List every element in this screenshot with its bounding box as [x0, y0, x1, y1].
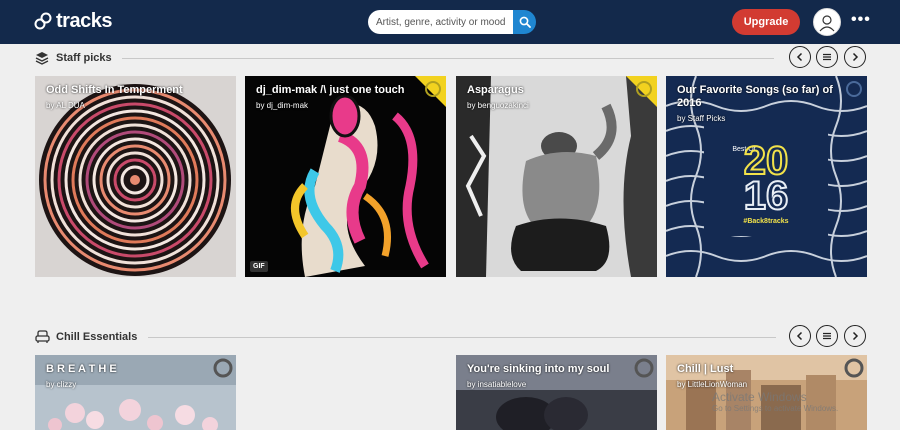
chevron-left-icon — [796, 331, 803, 341]
logo-text: tracks — [56, 9, 112, 32]
playlist-title: You're sinking into my soul by insatiabl… — [467, 363, 641, 391]
carousel-menu-button[interactable] — [816, 325, 838, 347]
playlist-title-text: Odd Shifts In Temperment — [46, 84, 183, 96]
upgrade-button[interactable]: Upgrade — [732, 9, 800, 35]
playlist-card[interactable]: B R E A T H E by clizzy — [35, 355, 236, 430]
playlist-title: Asparagus by benguozakinci — [467, 84, 641, 112]
avatar[interactable] — [813, 8, 841, 36]
gif-badge: GIF — [250, 261, 268, 272]
chevron-left-icon — [796, 52, 803, 62]
search-input[interactable] — [368, 10, 513, 34]
logo[interactable]: tracks — [34, 10, 112, 32]
chevron-right-icon — [852, 331, 859, 341]
playlist-title: Chill | Lust by LittleLionWoman — [677, 363, 851, 391]
section-divider — [148, 337, 776, 338]
chevron-right-icon — [852, 52, 859, 62]
watermark-subtitle: Go to Settings to activate Windows. — [712, 404, 839, 413]
playlist-title: dj_dim-mak /\ just one touch by dj_dim-m… — [256, 84, 430, 112]
playlist-author: by benguozakinci — [467, 101, 529, 110]
playlist-author: by AL DUA — [46, 101, 85, 110]
carousel-next-button[interactable] — [844, 325, 866, 347]
playlist-title: Our Favorite Songs (so far) of 2016 by S… — [677, 84, 851, 125]
user-icon — [819, 15, 835, 32]
carousel-menu-button[interactable] — [816, 46, 838, 68]
activate-windows-watermark: Activate Windows Go to Settings to activ… — [712, 390, 838, 413]
search-icon — [519, 16, 531, 28]
playlist-title-text: Chill | Lust — [677, 363, 734, 375]
art-hashtag: #Back8tracks — [743, 218, 788, 225]
playlist-card[interactable]: dj_dim-mak /\ just one touch by dj_dim-m… — [245, 76, 446, 277]
section-title: Chill Essentials — [56, 331, 138, 343]
search-button[interactable] — [513, 10, 536, 34]
playlist-card[interactable]: Odd Shifts In Temperment by AL DUA — [35, 76, 236, 277]
playlist-card[interactable]: You're sinking into my soul by insatiabl… — [456, 355, 657, 430]
playlist-author: by dj_dim-mak — [256, 101, 309, 110]
playlist-author: by insatiablelove — [467, 380, 527, 389]
playlist-card[interactable]: Asparagus by benguozakinci — [456, 76, 657, 277]
playlist-title-text: Our Favorite Songs (so far) of 2016 — [677, 84, 833, 109]
playlist-title: Odd Shifts In Temperment by AL DUA — [46, 84, 220, 112]
playlist-card[interactable]: Best Of 20 16 #Back8tracks Our Favorite … — [666, 76, 867, 277]
section-title: Staff picks — [56, 52, 112, 64]
top-bar: tracks Upgrade ••• — [0, 0, 900, 44]
playlist-title-text: dj_dim-mak /\ just one touch — [256, 84, 405, 96]
logo-icon — [34, 12, 52, 30]
carousel-next-button[interactable] — [844, 46, 866, 68]
playlist-title-text: You're sinking into my soul — [467, 363, 610, 375]
list-icon — [823, 332, 831, 340]
layers-icon — [34, 50, 50, 66]
playlist-title-text: Asparagus — [467, 84, 524, 96]
carousel-prev-button[interactable] — [789, 46, 811, 68]
section-header-chill-essentials: Chill Essentials — [34, 328, 137, 346]
watermark-title: Activate Windows — [712, 390, 807, 404]
playlist-author: by Staff Picks — [677, 114, 726, 123]
section-header-staff-picks: Staff picks — [34, 49, 112, 67]
playlist-title-text: B R E A T H E — [46, 363, 117, 375]
search-bar — [368, 10, 536, 34]
carousel-prev-button[interactable] — [789, 325, 811, 347]
playlist-author: by clizzy — [46, 380, 77, 389]
couch-icon — [34, 329, 50, 345]
section-divider — [122, 58, 774, 59]
playlist-title: B R E A T H E by clizzy — [46, 363, 220, 391]
more-options-icon[interactable]: ••• — [851, 11, 871, 29]
art-year-bottom: 16 — [744, 174, 789, 218]
list-icon — [823, 53, 831, 61]
